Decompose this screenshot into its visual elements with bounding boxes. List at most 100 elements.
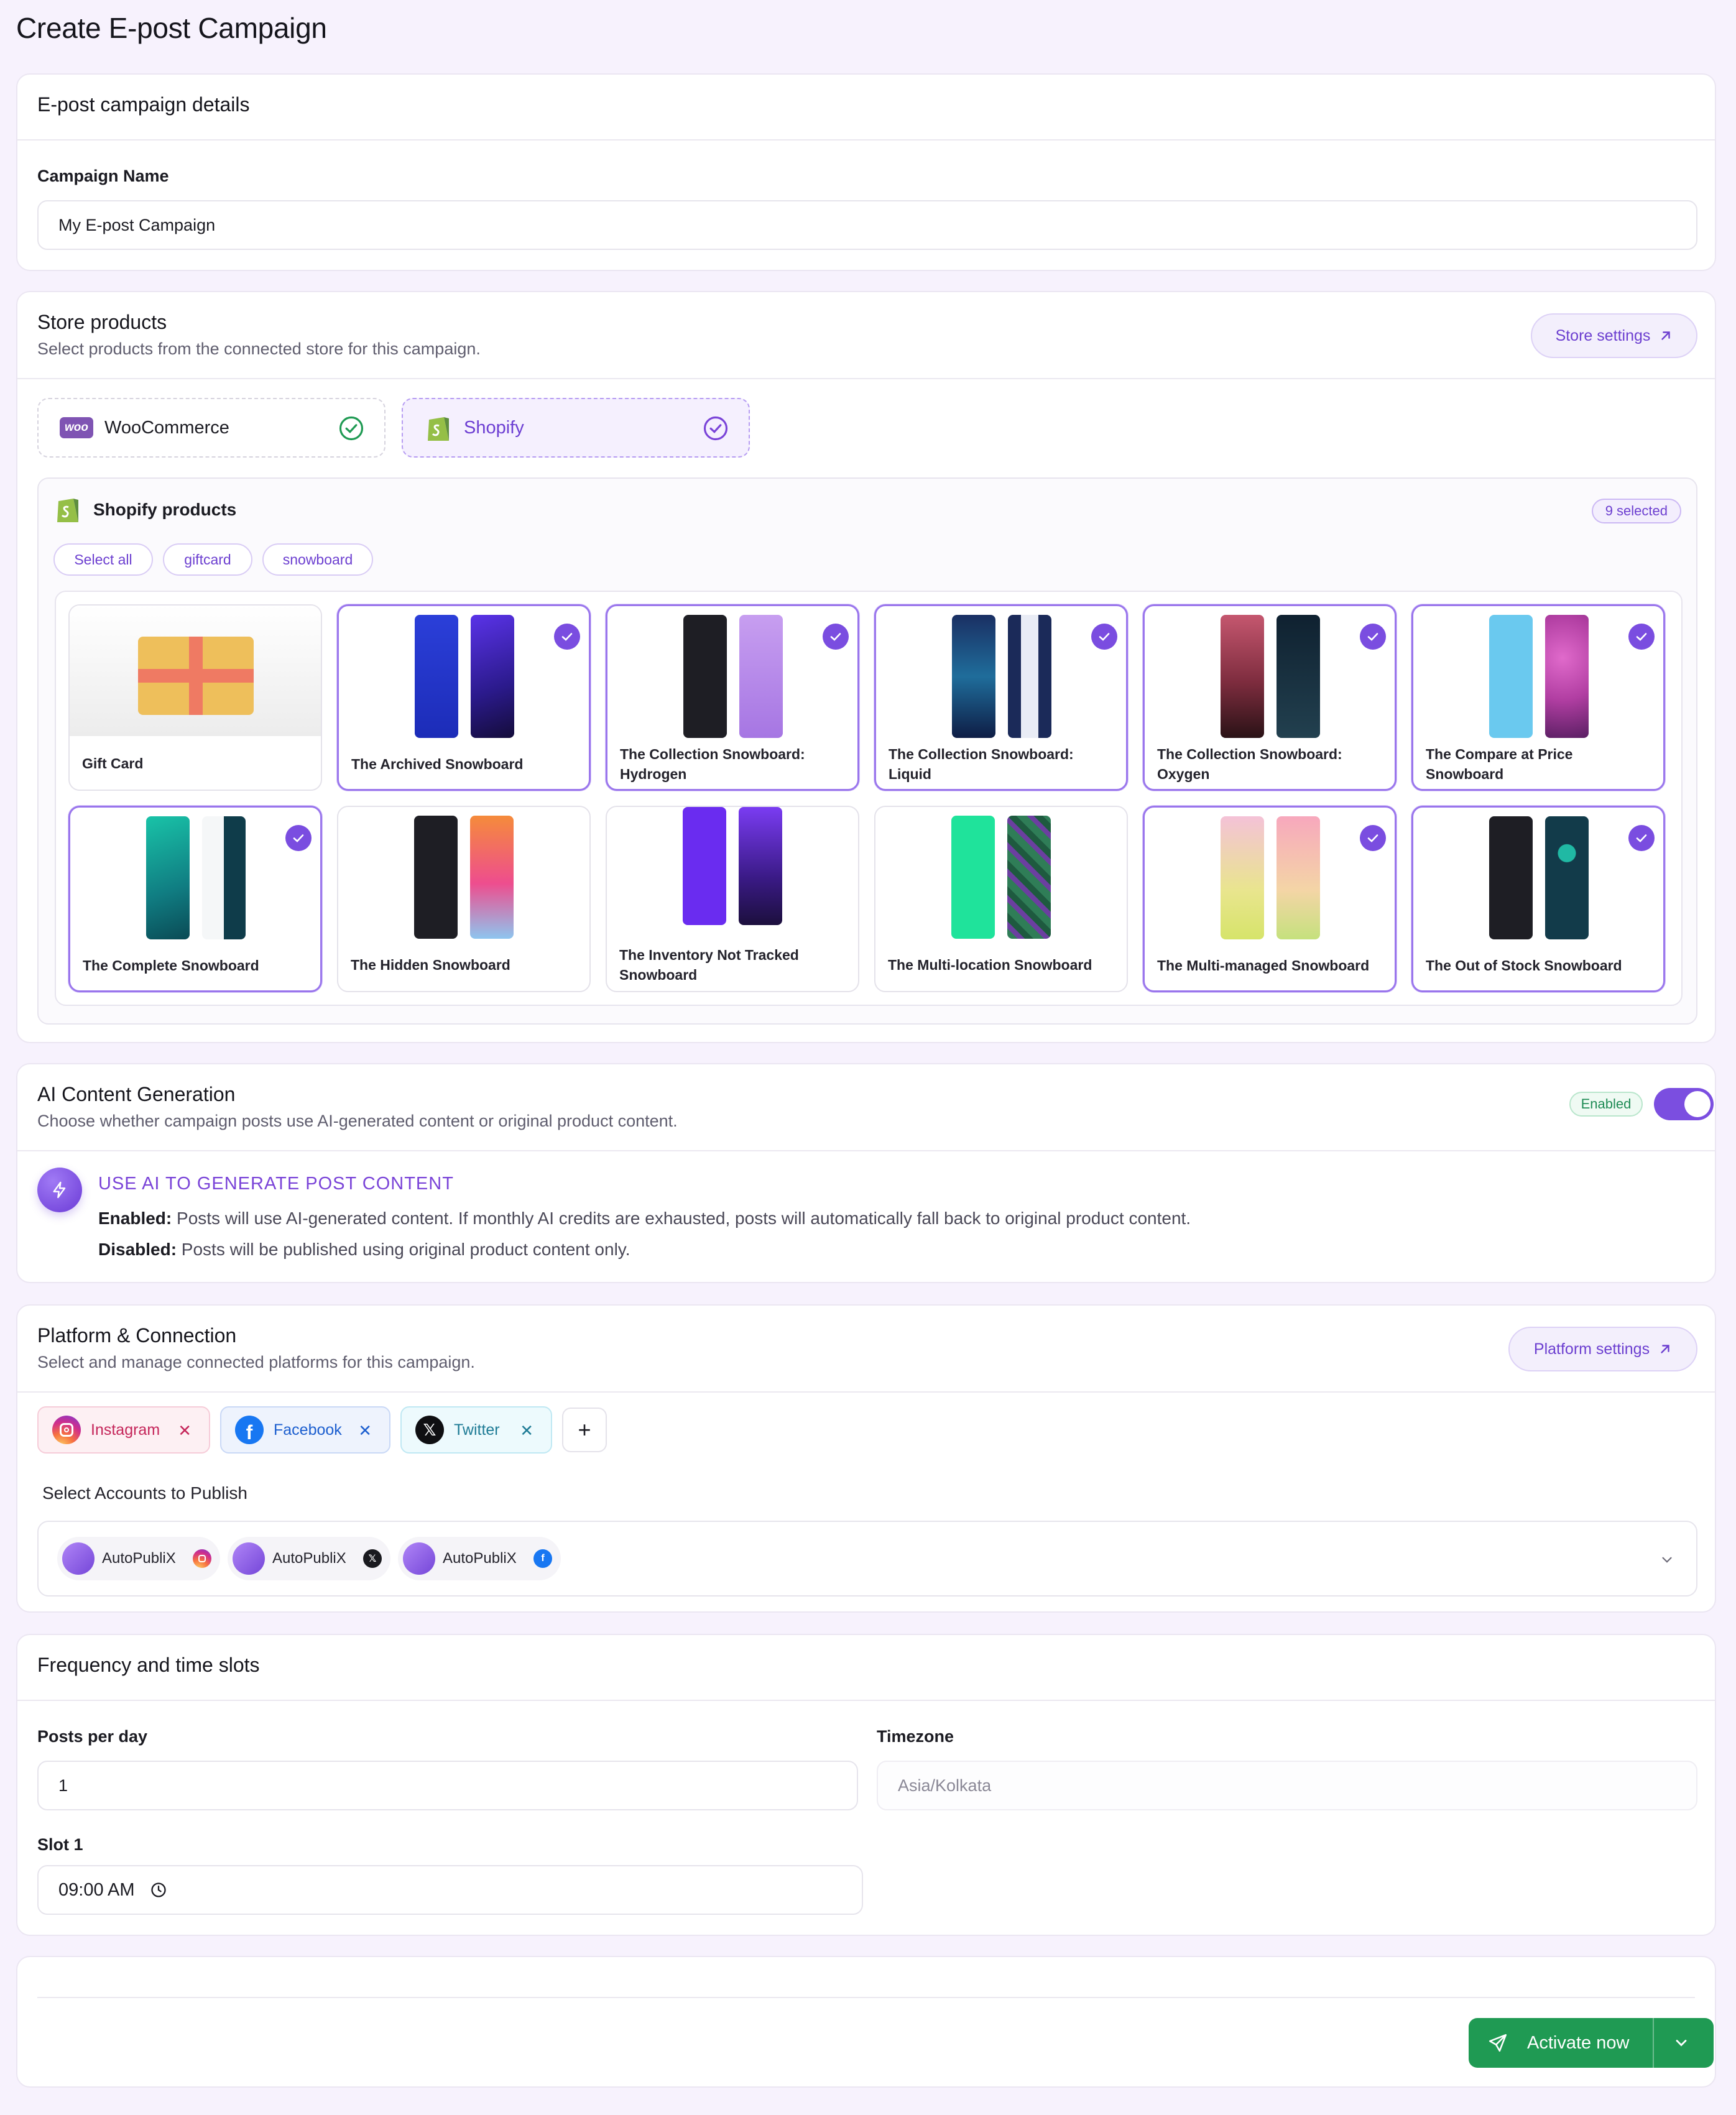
remove-icon[interactable]: ✕ bbox=[358, 1421, 372, 1440]
ai-toggle[interactable] bbox=[1654, 1088, 1714, 1120]
product-card[interactable]: The Compare at Price Snowboard bbox=[1411, 604, 1665, 791]
chip-snowboard[interactable]: snowboard bbox=[262, 543, 373, 576]
timezone-input[interactable]: Asia/Kolkata bbox=[877, 1761, 1697, 1810]
card-title: AI Content Generation bbox=[37, 1083, 236, 1105]
product-card[interactable]: The Collection Snowboard: Liquid bbox=[874, 604, 1128, 791]
product-name: The Out of Stock Snowboard bbox=[1426, 957, 1622, 974]
card-header: Platform & Connection Select and manage … bbox=[17, 1306, 1715, 1393]
store-settings-button[interactable]: Store settings bbox=[1531, 313, 1697, 358]
avatar bbox=[403, 1542, 435, 1575]
product-card[interactable]: The Archived Snowboard bbox=[337, 604, 591, 791]
product-image bbox=[1145, 808, 1395, 939]
account-name: AutoPubliX bbox=[102, 1550, 176, 1567]
store-tab-woocommerce[interactable]: woo WooCommerce bbox=[37, 398, 386, 458]
check-icon bbox=[554, 624, 580, 650]
arrow-up-right-icon bbox=[1661, 1345, 1669, 1353]
posts-per-day-label: Posts per day bbox=[37, 1727, 148, 1746]
product-name: Gift Card bbox=[82, 755, 144, 772]
card-title: Store products bbox=[37, 311, 167, 333]
slot-time-input[interactable]: 09:00 AM bbox=[37, 1865, 863, 1915]
product-image bbox=[70, 606, 321, 736]
button-divider bbox=[1653, 2018, 1654, 2068]
product-name: The Hidden Snowboard bbox=[351, 957, 510, 973]
check-circle-icon bbox=[339, 416, 364, 441]
activate-now-button[interactable]: Activate now bbox=[1469, 2018, 1714, 2068]
posts-per-day-input[interactable]: 1 bbox=[37, 1761, 858, 1810]
chip-select-all[interactable]: Select all bbox=[53, 543, 153, 576]
product-card[interactable]: The Multi-location Snowboard bbox=[874, 806, 1128, 992]
platform-chip-facebook[interactable]: f Facebook ✕ bbox=[220, 1406, 390, 1454]
product-card[interactable]: The Collection Snowboard: Hydrogen bbox=[606, 604, 859, 791]
avatar bbox=[233, 1542, 265, 1575]
product-image bbox=[1413, 606, 1663, 738]
product-card-gift-card[interactable]: Gift Card bbox=[68, 604, 322, 791]
instagram-icon bbox=[52, 1416, 81, 1444]
add-platform-button[interactable]: + bbox=[562, 1408, 607, 1452]
product-grid: Gift Card The Archived Snowboard The Col… bbox=[55, 591, 1683, 1006]
platform-label: Twitter bbox=[454, 1421, 500, 1439]
product-card[interactable]: The Multi-managed Snowboard bbox=[1143, 806, 1397, 992]
facebook-icon: f bbox=[235, 1416, 264, 1444]
woocommerce-logo: woo bbox=[60, 417, 93, 438]
panel-title: Shopify products bbox=[93, 500, 237, 519]
arrow-up-right-icon bbox=[1661, 331, 1671, 340]
chevron-down-icon[interactable] bbox=[1659, 1552, 1675, 1568]
product-image bbox=[607, 807, 858, 938]
card-header: Store products Select products from the … bbox=[17, 292, 1715, 379]
account-chip[interactable]: AutoPubliX f bbox=[398, 1537, 561, 1580]
platform-chip-instagram[interactable]: Instagram ✕ bbox=[37, 1406, 210, 1454]
remove-icon[interactable]: ✕ bbox=[520, 1421, 533, 1440]
card-header: E-post campaign details bbox=[17, 75, 1715, 141]
check-icon bbox=[1628, 624, 1655, 650]
status-badge: Enabled bbox=[1569, 1092, 1643, 1117]
product-card[interactable]: The Collection Snowboard: Oxygen bbox=[1143, 604, 1397, 791]
button-label: Store settings bbox=[1555, 326, 1651, 344]
product-image bbox=[876, 606, 1126, 738]
selected-count-badge: 9 selected bbox=[1591, 499, 1681, 523]
check-icon bbox=[823, 624, 849, 650]
product-name: The Collection Snowboard: Liquid bbox=[889, 746, 1074, 782]
frequency-card: Frequency and time slots Posts per day 1… bbox=[16, 1634, 1716, 1936]
slot-time-value: 09:00 AM bbox=[58, 1879, 135, 1900]
account-chip[interactable]: AutoPubliX 𝕏 bbox=[228, 1537, 390, 1580]
store-products-card: Store products Select products from the … bbox=[16, 291, 1716, 1043]
store-tab-shopify[interactable]: Shopify bbox=[402, 398, 750, 458]
accounts-select[interactable]: AutoPubliX AutoPubliX 𝕏 AutoPubliX f bbox=[37, 1521, 1697, 1597]
slot-label: Slot 1 bbox=[37, 1835, 83, 1854]
accounts-label: Select Accounts to Publish bbox=[42, 1483, 247, 1503]
avatar bbox=[62, 1542, 95, 1575]
product-name: The Multi-managed Snowboard bbox=[1157, 957, 1370, 974]
chevron-down-icon[interactable] bbox=[1673, 2034, 1690, 2052]
clock-icon[interactable] bbox=[150, 1881, 167, 1899]
platform-label: Facebook bbox=[274, 1421, 342, 1439]
store-tab-label: Shopify bbox=[464, 417, 524, 438]
campaign-name-input[interactable]: My E-post Campaign bbox=[37, 200, 1697, 250]
platform-settings-button[interactable]: Platform settings bbox=[1508, 1327, 1697, 1371]
platform-label: Instagram bbox=[91, 1421, 160, 1439]
card-title: E-post campaign details bbox=[37, 93, 250, 116]
product-image bbox=[70, 808, 320, 939]
chip-giftcard[interactable]: giftcard bbox=[163, 543, 252, 576]
product-image bbox=[1413, 808, 1663, 939]
account-chip[interactable]: AutoPubliX bbox=[57, 1537, 220, 1580]
ai-heading: USE AI TO GENERATE POST CONTENT bbox=[98, 1174, 454, 1194]
product-card[interactable]: The Complete Snowboard bbox=[68, 806, 322, 992]
product-name: The Collection Snowboard: Oxygen bbox=[1157, 746, 1342, 782]
lightning-icon bbox=[37, 1168, 82, 1212]
page-title: Create E-post Campaign bbox=[16, 12, 327, 44]
product-image bbox=[875, 807, 1127, 939]
check-circle-icon bbox=[703, 416, 728, 441]
remove-icon[interactable]: ✕ bbox=[178, 1421, 192, 1440]
account-name: AutoPubliX bbox=[272, 1550, 346, 1567]
product-card[interactable]: The Inventory Not Tracked Snowboard bbox=[606, 806, 859, 992]
button-label: Activate now bbox=[1527, 2032, 1630, 2053]
shopify-products-panel: Shopify products 9 selected Select all g… bbox=[37, 477, 1697, 1025]
product-card[interactable]: The Out of Stock Snowboard bbox=[1411, 806, 1665, 992]
product-name: The Archived Snowboard bbox=[351, 756, 524, 772]
check-icon bbox=[1360, 624, 1386, 650]
product-card[interactable]: The Hidden Snowboard bbox=[337, 806, 591, 992]
instagram-icon bbox=[193, 1549, 211, 1568]
platform-chip-twitter[interactable]: 𝕏 Twitter ✕ bbox=[400, 1406, 552, 1454]
product-name: The Complete Snowboard bbox=[83, 957, 259, 974]
shopify-logo-icon bbox=[428, 417, 449, 441]
